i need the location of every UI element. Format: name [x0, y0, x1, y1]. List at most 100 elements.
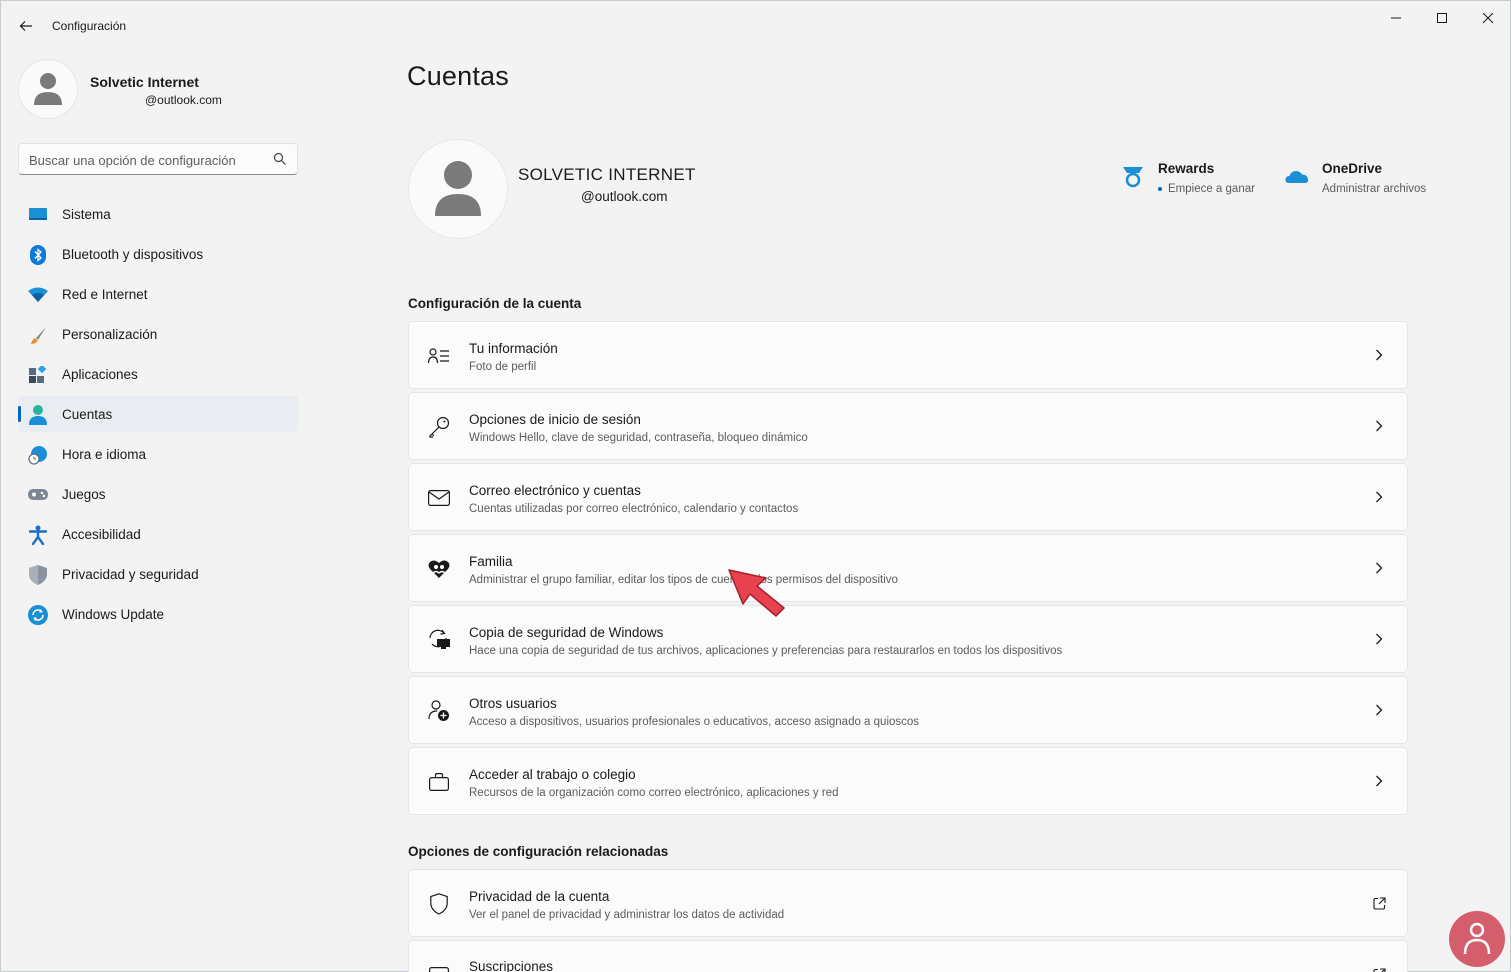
sidebar-item-label: Sistema — [62, 207, 111, 222]
wifi-icon — [28, 285, 48, 305]
sidebar-item-label: Juegos — [62, 487, 106, 502]
accessibility-icon — [28, 525, 48, 545]
card-title: Tu información — [469, 341, 558, 356]
search-icon[interactable] — [273, 152, 287, 166]
sidebar-item-label: Cuentas — [62, 407, 113, 422]
account-name: SOLVETIC INTERNET — [518, 165, 696, 184]
rewards-subtitle-text: Empiece a ganar — [1168, 183, 1255, 195]
sidebar-item-cuentas[interactable]: Cuentas — [18, 396, 298, 432]
card-subtitle: Acceso a dispositivos, usuarios profesio… — [469, 716, 920, 728]
briefcase-icon — [427, 770, 451, 794]
sidebar-item-label: Red e Internet — [62, 287, 148, 302]
onedrive-cloud-icon — [1285, 171, 1309, 183]
related-settings-heading: Opciones de configuración relacionadas — [408, 844, 669, 859]
profile-email: @outlook.com — [145, 93, 222, 107]
chevron-right-icon — [1371, 488, 1387, 506]
card-subtitle: Ver el panel de privacidad y administrar… — [469, 909, 785, 921]
card-subtitle: Windows Hello, clave de seguridad, contr… — [469, 432, 808, 444]
card-title: Privacidad de la cuenta — [469, 889, 610, 904]
subscription-card-icon — [427, 963, 451, 972]
card-familia[interactable]: Familia Administrar el grupo familiar, e… — [408, 534, 1408, 602]
key-icon — [427, 415, 451, 439]
card-otros-usuarios[interactable]: Otros usuarios Acceso a dispositivos, us… — [408, 676, 1408, 744]
sidebar-item-windows-update[interactable]: Windows Update — [18, 596, 298, 632]
sidebar-item-sistema[interactable]: Sistema — [18, 196, 298, 232]
back-arrow-icon — [19, 21, 32, 31]
avatar[interactable] — [18, 59, 78, 119]
open-external-icon — [1371, 894, 1387, 912]
sidebar-nav: Sistema Bluetooth y dispositivos Red e I… — [18, 196, 298, 636]
card-title: Acceder al trabajo o colegio — [469, 767, 636, 782]
app-title: Configuración — [52, 19, 127, 33]
sidebar-item-privacidad[interactable]: Privacidad y seguridad — [18, 556, 298, 592]
person-glyph-icon — [1463, 922, 1491, 955]
family-heart-icon — [427, 557, 451, 581]
rewards-subtitle: Empiece a ganar — [1158, 183, 1255, 195]
sidebar-item-bluetooth[interactable]: Bluetooth y dispositivos — [18, 236, 298, 272]
page-title: Cuentas — [407, 61, 509, 91]
card-subtitle: Hace una copia de seguridad de tus archi… — [469, 645, 1063, 657]
sidebar-item-label: Privacidad y seguridad — [62, 567, 199, 582]
clock-globe-icon — [28, 445, 48, 465]
rewards-medal-icon — [1123, 167, 1143, 188]
sidebar-item-label: Hora e idioma — [62, 447, 147, 462]
default-user-icon — [435, 161, 481, 216]
minimize-icon — [1391, 17, 1401, 19]
close-icon — [1483, 13, 1493, 23]
sidebar-item-label: Accesibilidad — [62, 527, 141, 542]
watermark-logo — [1449, 911, 1505, 967]
search-input[interactable] — [29, 150, 269, 170]
shield-outline-icon — [427, 892, 451, 916]
sidebar-item-label: Windows Update — [62, 607, 165, 622]
onedrive-subtitle: Administrar archivos — [1322, 183, 1427, 195]
card-title: Correo electrónico y cuentas — [469, 483, 641, 498]
brush-icon — [28, 325, 48, 345]
card-suscripciones[interactable]: Suscripciones — [408, 940, 1408, 972]
search-box[interactable] — [18, 143, 298, 175]
card-subtitle: Foto de perfil — [469, 361, 537, 373]
mail-icon — [427, 486, 451, 510]
bluetooth-icon — [28, 245, 48, 265]
card-inicio-sesion[interactable]: Opciones de inicio de sesión Windows Hel… — [408, 392, 1408, 460]
card-title: Copia de seguridad de Windows — [469, 625, 664, 640]
sidebar-item-label: Bluetooth y dispositivos — [62, 247, 204, 262]
onedrive-link[interactable]: OneDrive Administrar archivos — [1285, 159, 1445, 203]
sidebar-item-hora[interactable]: Hora e idioma — [18, 436, 298, 472]
card-subtitle: Cuentas utilizadas por correo electrónic… — [469, 503, 799, 515]
card-correo[interactable]: Correo electrónico y cuentas Cuentas uti… — [408, 463, 1408, 531]
card-subtitle: Recursos de la organización como correo … — [469, 787, 839, 799]
account-avatar[interactable] — [408, 139, 508, 239]
rewards-link[interactable]: Rewards Empiece a ganar — [1121, 159, 1271, 203]
close-button[interactable] — [1465, 1, 1511, 35]
update-icon — [28, 605, 48, 625]
open-external-icon — [1371, 965, 1387, 972]
profile-name: Solvetic Internet — [90, 74, 199, 90]
card-privacidad-cuenta[interactable]: Privacidad de la cuenta Ver el panel de … — [408, 869, 1408, 937]
card-trabajo-colegio[interactable]: Acceder al trabajo o colegio Recursos de… — [408, 747, 1408, 815]
chevron-right-icon — [1371, 772, 1387, 790]
maximize-icon — [1437, 13, 1447, 23]
gamepad-icon — [28, 485, 48, 505]
back-button[interactable] — [11, 11, 41, 41]
person-add-icon — [427, 699, 451, 723]
title-bar: Configuración — [1, 1, 1510, 49]
card-title: Otros usuarios — [469, 696, 557, 711]
card-copia-seguridad[interactable]: Copia de seguridad de Windows Hace una c… — [408, 605, 1408, 673]
maximize-button[interactable] — [1419, 1, 1465, 35]
card-title: Opciones de inicio de sesión — [469, 412, 641, 427]
sidebar-item-aplicaciones[interactable]: Aplicaciones — [18, 356, 298, 392]
card-tu-informacion[interactable]: Tu información Foto de perfil — [408, 321, 1408, 389]
sidebar-item-label: Aplicaciones — [62, 367, 138, 382]
sidebar-item-juegos[interactable]: Juegos — [18, 476, 298, 512]
chevron-right-icon — [1371, 417, 1387, 435]
default-user-icon — [34, 73, 62, 105]
backup-sync-icon — [427, 628, 451, 652]
monitor-icon — [28, 205, 48, 225]
card-title: Familia — [469, 554, 513, 569]
sidebar-item-red[interactable]: Red e Internet — [18, 276, 298, 312]
card-subtitle: Administrar el grupo familiar, editar lo… — [469, 574, 898, 586]
sidebar-item-personalizacion[interactable]: Personalización — [18, 316, 298, 352]
sidebar-item-accesibilidad[interactable]: Accesibilidad — [18, 516, 298, 552]
minimize-button[interactable] — [1373, 1, 1419, 35]
onedrive-title: OneDrive — [1322, 161, 1383, 176]
